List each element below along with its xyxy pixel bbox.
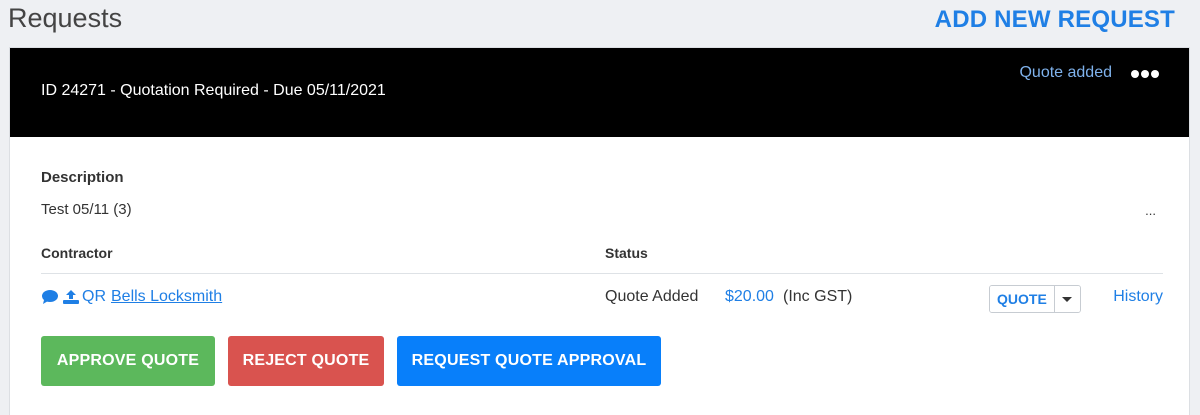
approve-quote-button[interactable]: APPROVE QUOTE xyxy=(41,336,215,386)
contractor-icons xyxy=(41,289,80,305)
history-link[interactable]: History xyxy=(1113,288,1163,306)
action-buttons: APPROVE QUOTE REJECT QUOTE REQUEST QUOTE… xyxy=(41,336,661,386)
request-title: ID 24271 - Quotation Required - Due 05/1… xyxy=(41,82,386,99)
request-quote-approval-button[interactable]: REQUEST QUOTE APPROVAL xyxy=(397,336,661,386)
description-value: Test 05/11 (3) xyxy=(41,201,132,218)
more-dots-icon[interactable] xyxy=(1131,68,1159,80)
table-divider xyxy=(41,273,1163,274)
contractor-prefix: QR xyxy=(82,288,106,305)
upload-icon[interactable] xyxy=(62,289,80,305)
quote-dropdown-toggle[interactable] xyxy=(1053,286,1080,312)
reject-quote-button[interactable]: REJECT QUOTE xyxy=(228,336,384,386)
quote-button[interactable]: QUOTE xyxy=(990,286,1054,312)
row-status: Quote Added xyxy=(605,288,699,305)
quote-amount-suffix: (Inc GST) xyxy=(783,288,853,305)
description-label: Description xyxy=(41,169,124,186)
request-card: ID 24271 - Quotation Required - Due 05/1… xyxy=(9,47,1190,415)
caret-down-icon xyxy=(1062,296,1073,302)
request-card-header: ID 24271 - Quotation Required - Due 05/1… xyxy=(10,48,1189,137)
quote-amount-link[interactable]: $20.00 xyxy=(725,288,774,306)
description-more-toggle[interactable]: ... xyxy=(1145,203,1156,218)
dot xyxy=(1141,70,1149,78)
chat-bubble-icon[interactable] xyxy=(41,289,59,305)
dot xyxy=(1151,70,1159,78)
table-row: QR Bells Locksmith Quote Added $20.00 (I… xyxy=(41,285,1163,316)
page-title: Requests xyxy=(8,3,123,33)
column-header-status: Status xyxy=(605,245,648,261)
column-header-contractor: Contractor xyxy=(41,245,113,261)
dot xyxy=(1131,70,1139,78)
contractor-name-link[interactable]: Bells Locksmith xyxy=(111,288,222,306)
add-new-request-link[interactable]: ADD NEW REQUEST xyxy=(935,4,1175,36)
request-header-status: Quote added xyxy=(1019,64,1112,81)
quote-button-group: QUOTE xyxy=(989,285,1081,313)
